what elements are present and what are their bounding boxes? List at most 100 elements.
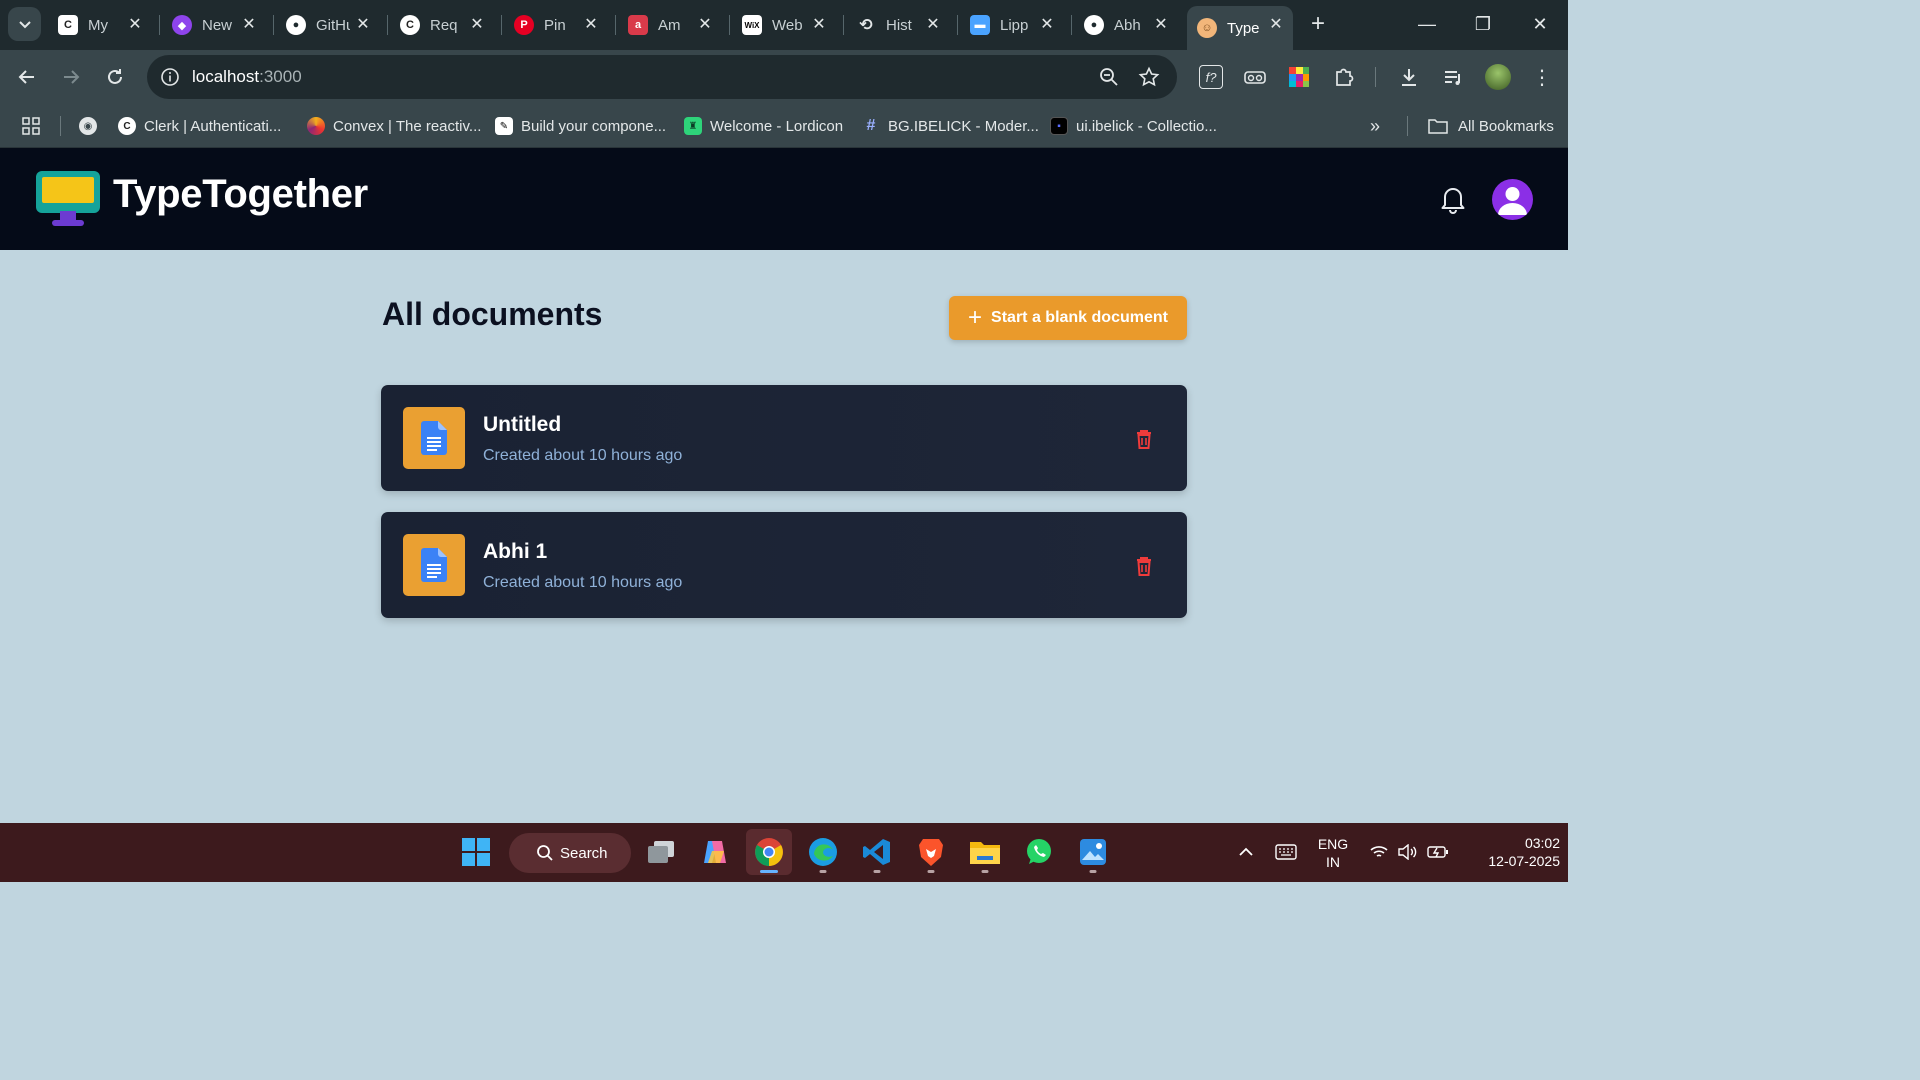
taskbar-search[interactable]: Search — [509, 833, 631, 873]
tab-search-button[interactable] — [8, 7, 41, 41]
downloads-button[interactable] — [1397, 65, 1421, 89]
bookmark-5[interactable]: ▪ ui.ibelick - Collectio... — [1050, 113, 1217, 139]
active-indicator — [760, 870, 778, 873]
keyboard-icon — [1275, 844, 1297, 860]
close-icon[interactable]: ✕ — [1038, 16, 1056, 34]
menu-button[interactable]: ⋮ — [1530, 65, 1554, 89]
user-avatar[interactable] — [1492, 179, 1533, 220]
star-icon[interactable] — [1138, 66, 1160, 88]
color-grid-extension-icon[interactable] — [1287, 65, 1311, 89]
clerk-icon: C — [400, 15, 420, 35]
tab-title: New — [202, 16, 233, 34]
tab-1[interactable]: ◆ New ✕ — [162, 6, 266, 44]
show-hidden-icons-button[interactable] — [1232, 829, 1260, 875]
close-icon[interactable]: ✕ — [582, 16, 600, 34]
close-icon[interactable]: ✕ — [1267, 16, 1285, 34]
tab-10-active[interactable]: ☺ Type ✕ — [1187, 6, 1293, 50]
more-bookmarks-button[interactable]: » — [1370, 113, 1380, 139]
trash-icon[interactable] — [1133, 555, 1155, 577]
brave-app[interactable] — [908, 829, 954, 875]
back-button[interactable] — [12, 62, 42, 92]
bookmark-globe[interactable]: ◉ — [79, 113, 105, 139]
vscode-icon — [863, 839, 890, 865]
github-icon: ● — [286, 15, 306, 35]
bookmark-label: Clerk | Authenticati... — [144, 117, 282, 135]
media-control-button[interactable] — [1441, 65, 1465, 89]
bookmark-label: Convex | The reactiv... — [333, 117, 482, 135]
font-extension-icon[interactable]: f? — [1199, 65, 1223, 89]
info-icon[interactable] — [159, 66, 181, 88]
tab-6[interactable]: WiX Web ✕ — [732, 6, 836, 44]
clock[interactable]: 03:02 12-07-2025 — [1460, 834, 1560, 870]
reload-button[interactable] — [100, 62, 130, 92]
close-icon[interactable]: ✕ — [354, 16, 372, 34]
tab-separator — [957, 15, 958, 35]
close-icon[interactable]: ✕ — [924, 16, 942, 34]
close-icon[interactable]: ✕ — [810, 16, 828, 34]
tab-4[interactable]: P Pin ✕ — [504, 6, 608, 44]
close-icon[interactable]: ✕ — [1152, 16, 1170, 34]
close-icon[interactable]: ✕ — [468, 16, 486, 34]
bookmark-0[interactable]: C Clerk | Authenticati... — [118, 113, 281, 139]
tab-7[interactable]: ⟲ Hist ✕ — [846, 6, 950, 44]
minimize-button[interactable]: — — [1412, 10, 1442, 40]
close-icon[interactable]: ✕ — [696, 16, 714, 34]
restore-button[interactable]: ❐ — [1468, 10, 1498, 40]
tab-8[interactable]: ▬ Lipp ✕ — [960, 6, 1064, 44]
wifi-status[interactable] — [1366, 829, 1392, 875]
folder-icon — [1428, 119, 1448, 134]
whatsapp-app[interactable] — [1016, 829, 1062, 875]
tab-5[interactable]: a Am ✕ — [618, 6, 722, 44]
monitor-logo-icon[interactable] — [36, 171, 100, 229]
google-doc-icon — [421, 548, 447, 582]
trash-icon[interactable] — [1133, 428, 1155, 450]
all-bookmarks-button[interactable]: All Bookmarks — [1428, 113, 1554, 139]
keyboard-button[interactable] — [1270, 829, 1302, 875]
running-indicator — [819, 870, 827, 873]
tab-9[interactable]: ● Abh ✕ — [1074, 6, 1178, 44]
battery-status[interactable] — [1424, 829, 1452, 875]
taskbar-search-label: Search — [560, 844, 608, 862]
apps-button[interactable] — [22, 113, 40, 139]
edge-app[interactable] — [800, 829, 846, 875]
vscode-app[interactable] — [854, 829, 900, 875]
start-blank-document-button[interactable]: + Start a blank document — [949, 296, 1187, 340]
close-icon[interactable]: ✕ — [240, 16, 258, 34]
tab-0[interactable]: C My ✕ — [48, 6, 152, 44]
extensions-button[interactable] — [1332, 65, 1356, 89]
document-card[interactable]: Untitled Created about 10 hours ago — [381, 385, 1187, 491]
tab-2[interactable]: ● GitHub ✕ — [276, 6, 380, 44]
windows-icon — [462, 838, 490, 866]
glasses-extension-icon[interactable] — [1243, 65, 1267, 89]
address-bar[interactable]: localhost:3000 — [147, 55, 1177, 99]
chrome-app[interactable] — [746, 829, 792, 875]
start-button[interactable] — [453, 829, 499, 875]
volume-status[interactable] — [1395, 829, 1421, 875]
bookmark-1[interactable]: Convex | The reactiv... — [307, 113, 481, 139]
plus-icon: + — [968, 304, 983, 331]
document-icon-box — [403, 407, 465, 469]
copilot-app[interactable] — [692, 829, 738, 875]
folder-icon — [970, 842, 1000, 864]
tab-strip: C My ✕ ◆ New ✕ ● GitHub ✕ C Req ✕ P Pin … — [0, 0, 1568, 50]
close-icon[interactable]: ✕ — [126, 16, 144, 34]
zoom-icon[interactable] — [1098, 66, 1120, 88]
photos-app[interactable] — [1070, 829, 1116, 875]
bell-icon[interactable] — [1439, 184, 1467, 214]
bookmark-2[interactable]: ✎ Build your compone... — [495, 113, 666, 139]
new-tab-button[interactable]: + — [1305, 12, 1331, 38]
file-explorer-app[interactable] — [962, 829, 1008, 875]
profile-avatar-icon[interactable] — [1485, 64, 1511, 90]
url-text[interactable]: localhost:3000 — [192, 67, 302, 87]
chevron-double-right-icon: » — [1370, 115, 1381, 136]
bookmark-4[interactable]: # BG.IBELICK - Moder... — [862, 113, 1039, 139]
tab-3[interactable]: C Req ✕ — [390, 6, 494, 44]
brand-name[interactable]: TypeTogether — [113, 172, 368, 217]
task-view-button[interactable] — [638, 829, 684, 875]
language-indicator[interactable]: ENG IN — [1314, 835, 1352, 871]
close-window-button[interactable]: ✕ — [1525, 10, 1555, 40]
bookmark-3[interactable]: ♜ Welcome - Lordicon — [684, 113, 843, 139]
document-card[interactable]: Abhi 1 Created about 10 hours ago — [381, 512, 1187, 618]
forward-button[interactable] — [56, 62, 86, 92]
tab-separator — [1071, 15, 1072, 35]
